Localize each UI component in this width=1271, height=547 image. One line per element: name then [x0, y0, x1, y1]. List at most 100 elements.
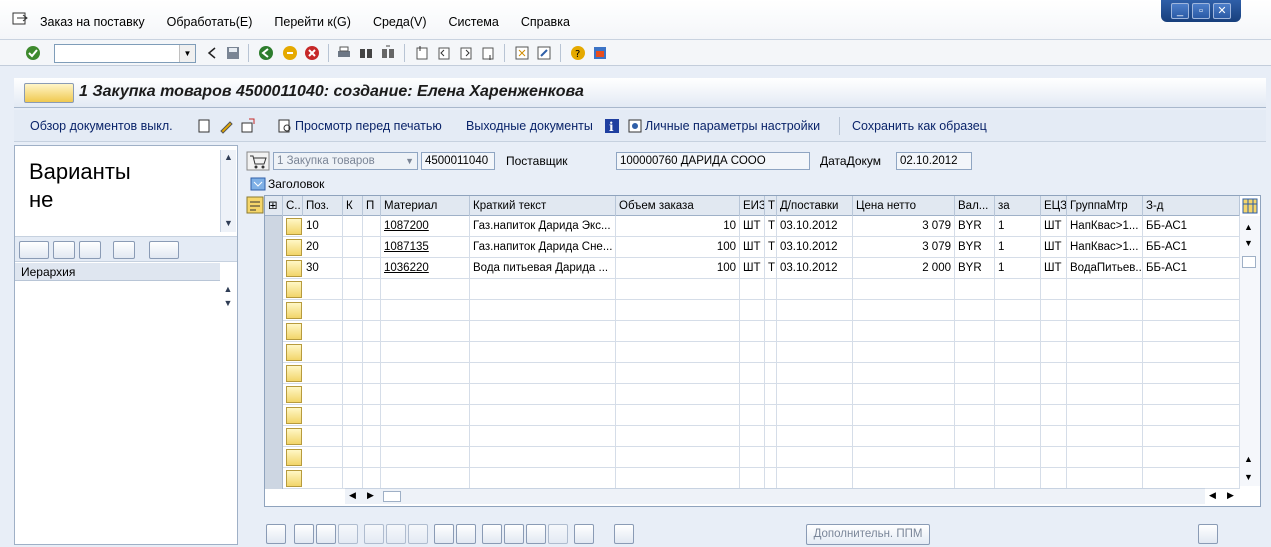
- menu-edit[interactable]: Обработать(E): [167, 15, 253, 29]
- scroll-up-icon[interactable]: ▲: [1244, 222, 1253, 232]
- item-detail-button[interactable]: [266, 524, 286, 544]
- col-order-qty[interactable]: Объем заказа: [616, 196, 740, 216]
- find-icon[interactable]: [358, 45, 374, 61]
- copy-item-button[interactable]: [338, 524, 358, 544]
- document-date-field[interactable]: 02.10.2012: [896, 152, 972, 170]
- table-horizontal-scrollbar[interactable]: ◀ ▶: [345, 488, 1205, 504]
- variants-scrollbar[interactable]: ▲ ▼: [220, 150, 236, 232]
- row-selector[interactable]: [265, 468, 283, 489]
- variant-selection-button[interactable]: [19, 241, 49, 259]
- scroll-thumb[interactable]: [383, 491, 401, 502]
- col-net-price[interactable]: Цена нетто: [853, 196, 955, 216]
- table-cell-material[interactable]: [381, 384, 470, 405]
- save-icon[interactable]: [225, 45, 241, 61]
- next-page-icon[interactable]: [458, 45, 474, 61]
- scroll-up-icon[interactable]: ▲: [221, 150, 236, 164]
- table-cell-material[interactable]: [381, 468, 470, 489]
- table-cell-material[interactable]: [381, 426, 470, 447]
- menu-help[interactable]: Справка: [521, 15, 570, 29]
- expand-header-icon[interactable]: [250, 177, 266, 191]
- document-selector-button[interactable]: [24, 83, 74, 103]
- paste-rows-button[interactable]: [456, 524, 476, 544]
- item-status-icon[interactable]: [286, 428, 302, 445]
- help-icon[interactable]: ?: [570, 45, 586, 61]
- row-selector[interactable]: [265, 279, 283, 300]
- minimize-button[interactable]: _: [1171, 3, 1189, 19]
- print-preview-button[interactable]: Просмотр перед печатью: [295, 119, 442, 133]
- filter-button[interactable]: [526, 524, 546, 544]
- edit-pencil-icon[interactable]: [218, 118, 234, 134]
- command-field[interactable]: ▼: [54, 44, 196, 63]
- table-row[interactable]: 20 1087135 Газ.напиток Дарида Сне... 100 ШТ Т…: [265, 237, 1240, 258]
- new-session-icon[interactable]: [514, 45, 530, 61]
- output-documents-button[interactable]: Выходные документы: [466, 119, 593, 133]
- scroll-down-icon[interactable]: ▼: [1244, 238, 1253, 248]
- document-number-field[interactable]: 4500011040: [421, 152, 495, 170]
- last-page-icon[interactable]: [480, 45, 496, 61]
- scroll-down-icon[interactable]: ▼: [221, 216, 236, 230]
- table-cell-material[interactable]: [381, 342, 470, 363]
- hierarchy-column-header[interactable]: Иерархия: [15, 263, 220, 281]
- scroll-right-icon[interactable]: ▶: [1227, 490, 1234, 501]
- menu-goto[interactable]: Перейти к(G): [274, 15, 351, 29]
- col-plant[interactable]: З-д: [1143, 196, 1240, 216]
- item-status-icon[interactable]: [286, 344, 302, 361]
- row-selector[interactable]: [265, 321, 283, 342]
- menu-system[interactable]: Система: [449, 15, 499, 29]
- table-row[interactable]: [265, 426, 1240, 447]
- item-status-icon[interactable]: [286, 449, 302, 466]
- copy-rows-button[interactable]: [434, 524, 454, 544]
- scroll-down-icon[interactable]: ▼: [220, 296, 236, 310]
- vendor-field[interactable]: 100000760 ДАРИДА СООО: [616, 152, 810, 170]
- col-price-uom[interactable]: ЕЦЗ: [1041, 196, 1067, 216]
- previous-page-icon[interactable]: [436, 45, 452, 61]
- col-material[interactable]: Материал: [381, 196, 470, 216]
- table-cell-material[interactable]: [381, 279, 470, 300]
- maximize-button[interactable]: ▫: [1192, 3, 1210, 19]
- scroll-right-icon[interactable]: ▶: [367, 490, 374, 501]
- row-selector[interactable]: [265, 342, 283, 363]
- table-cell-material[interactable]: 1036220: [381, 258, 470, 279]
- items-toggle-icon[interactable]: [246, 196, 264, 214]
- personal-settings-button[interactable]: Личные параметры настройки: [645, 119, 820, 133]
- new-document-icon[interactable]: [196, 118, 212, 134]
- document-type-select[interactable]: 1 Закупка товаров ▼: [273, 152, 418, 170]
- scroll-down-icon[interactable]: ▼: [1244, 472, 1253, 482]
- table-cell-material[interactable]: [381, 405, 470, 426]
- unlock-item-button[interactable]: [408, 524, 428, 544]
- document-overview-button[interactable]: Обзор документов выкл.: [30, 119, 173, 133]
- services-button[interactable]: [574, 524, 594, 544]
- row-selector[interactable]: [265, 237, 283, 258]
- scroll-up-icon[interactable]: ▲: [220, 282, 236, 296]
- table-cell-material[interactable]: [381, 300, 470, 321]
- column-config-icon[interactable]: ⊞: [265, 196, 283, 216]
- item-status-icon[interactable]: [286, 218, 302, 235]
- copy-button[interactable]: [53, 241, 75, 259]
- table-row[interactable]: [265, 300, 1240, 321]
- scroll-up-icon[interactable]: ▲: [1244, 454, 1253, 464]
- select-all-button[interactable]: [294, 524, 314, 544]
- table-row[interactable]: [265, 363, 1240, 384]
- table-row[interactable]: 30 1036220 Вода питьевая Дарида ... 100 ШТ Т 0…: [265, 258, 1240, 279]
- sort-descending-button[interactable]: [504, 524, 524, 544]
- col-t[interactable]: Т: [765, 196, 777, 216]
- col-short-text[interactable]: Краткий текст: [470, 196, 616, 216]
- refresh-button[interactable]: [79, 241, 101, 259]
- col-uom[interactable]: ЕИЗ: [740, 196, 765, 216]
- item-status-icon[interactable]: [286, 260, 302, 277]
- print-icon[interactable]: [336, 45, 352, 61]
- table-cell-material[interactable]: 1087135: [381, 237, 470, 258]
- scroll-left-icon[interactable]: ◀: [349, 490, 356, 501]
- table-cell-material[interactable]: 1087200: [381, 216, 470, 237]
- table-row[interactable]: 10 1087200 Газ.напиток Дарида Экс... 10 ШТ Т 0…: [265, 216, 1240, 237]
- table-row[interactable]: [265, 342, 1240, 363]
- row-selector[interactable]: [265, 426, 283, 447]
- header-toggle-label[interactable]: Заголовок: [268, 175, 324, 193]
- layout-button[interactable]: [149, 241, 179, 259]
- export-button[interactable]: [1198, 524, 1218, 544]
- layout-menu-icon[interactable]: [592, 45, 608, 61]
- menu-exit-icon[interactable]: [12, 12, 28, 26]
- back-icon[interactable]: [258, 45, 274, 61]
- enter-check-icon[interactable]: [25, 45, 41, 61]
- item-status-icon[interactable]: [286, 323, 302, 340]
